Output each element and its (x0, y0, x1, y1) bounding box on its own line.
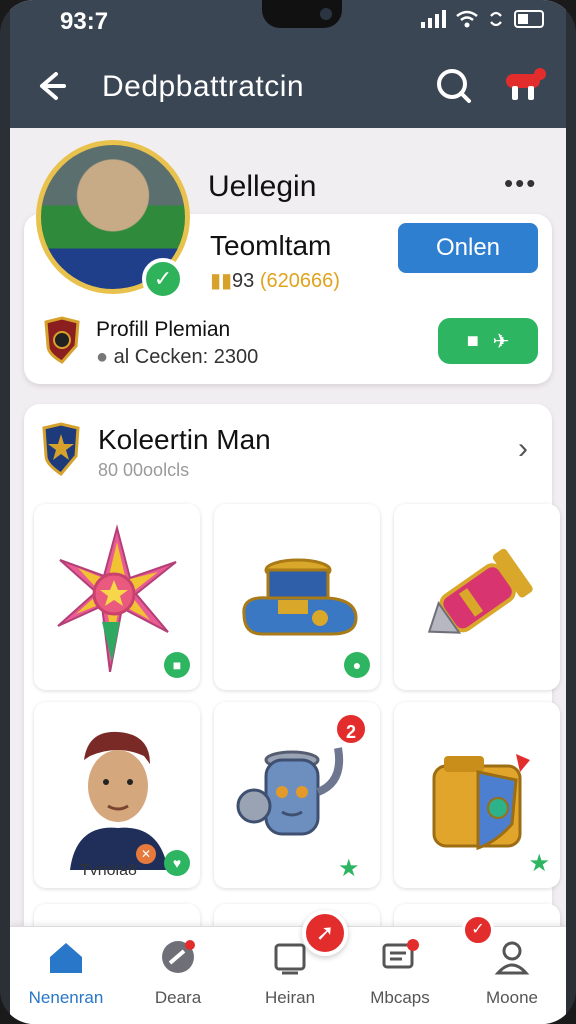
phone-frame: 93:7 Dedpbattratcin Uellegin ••• Teomlta… (0, 0, 576, 1024)
compass-icon (162, 940, 195, 973)
plane-icon: ✈ (492, 330, 510, 353)
collection-shield-icon (42, 422, 80, 476)
share-button[interactable]: ■ ✈ (438, 318, 538, 364)
armor-boot-icon (242, 558, 358, 636)
nav-explore[interactable]: Deara (128, 937, 228, 1008)
nav-label: Mbcaps (370, 988, 430, 1007)
nav-messages[interactable]: Mbcaps (350, 937, 450, 1008)
points-count: 93 (232, 270, 255, 292)
notification-badge: 2 (334, 712, 368, 746)
sync-icon (490, 11, 502, 27)
status-time: 93:7 (60, 8, 109, 35)
gold-count: ● al Cecken: 2300 (96, 346, 258, 369)
app-screen: 93:7 Dedpbattratcin Uellegin ••• Teomlta… (10, 0, 566, 1024)
back-button[interactable] (30, 66, 70, 106)
center-action-button[interactable]: ➚ (302, 910, 348, 956)
chat-bubble-icon: ■ (466, 329, 479, 352)
player-caption: Tvriola8 (80, 862, 137, 879)
battery-icon (514, 10, 544, 28)
top-bar: 93:7 Dedpbattratcin (10, 0, 566, 128)
collection-item-player-portrait[interactable]: Tvriola8 ♥ ✕ (34, 702, 200, 888)
verified-check-icon: ✓ (142, 258, 184, 300)
nav-label: Heiran (264, 988, 316, 1007)
camera-notch (262, 0, 342, 28)
level-badge-icon: ✕ (136, 844, 156, 864)
collection-title: Koleertin Man (98, 424, 271, 455)
owned-badge-icon: ■ (164, 652, 190, 678)
more-options-button[interactable]: ••• (504, 168, 537, 199)
coin-small-icon: ● (96, 346, 109, 368)
chat-icon (382, 939, 419, 969)
player-portrait-icon (70, 731, 168, 870)
gold-count-text: al Cecken: 2300 (113, 346, 259, 368)
points-row: ▮▮93 (620666) (210, 268, 340, 293)
rocket-part-icon (427, 548, 533, 634)
user-icon (494, 941, 530, 975)
alert-badge-icon[interactable]: ✓ (462, 914, 494, 946)
nav-label: Moone (486, 988, 538, 1007)
profile-label: Profill Plemian (96, 318, 231, 341)
nav-label: Nenenran (28, 988, 104, 1007)
online-button[interactable]: Onlen (398, 223, 538, 273)
signal-icon (421, 10, 446, 28)
camera-icon (320, 8, 332, 20)
status-icons (421, 10, 544, 28)
club-badge-icon (44, 316, 80, 364)
nav-home[interactable]: Nenenran (16, 937, 116, 1008)
wifi-icon (456, 10, 478, 28)
cart-button[interactable] (502, 64, 546, 106)
star-emblem-icon (57, 524, 177, 672)
nav-label: Deara (154, 988, 202, 1007)
shield-pack-icon (432, 754, 530, 851)
collection-count: 80 00oolcls (98, 460, 190, 480)
search-button[interactable] (434, 66, 474, 106)
collection-item-armor-boot[interactable]: ● (214, 504, 380, 690)
points-value: (620666) (259, 270, 340, 292)
collection-item-star-emblem[interactable]: ■ (34, 504, 200, 690)
nav-profile[interactable]: Moone (462, 937, 562, 1008)
owned-badge-icon: ♥ (164, 850, 190, 876)
home-icon (50, 943, 82, 973)
team-name: Teomltam (210, 230, 332, 261)
chevron-right-icon[interactable]: › (518, 432, 528, 466)
profile-name: Uellegin (208, 170, 317, 203)
owned-badge-icon: ● (344, 652, 370, 678)
page-title: Dedpbattratcin (102, 70, 305, 103)
coin-icon: ▮▮ (210, 270, 233, 292)
collection-item-rocket-part[interactable] (394, 504, 560, 690)
